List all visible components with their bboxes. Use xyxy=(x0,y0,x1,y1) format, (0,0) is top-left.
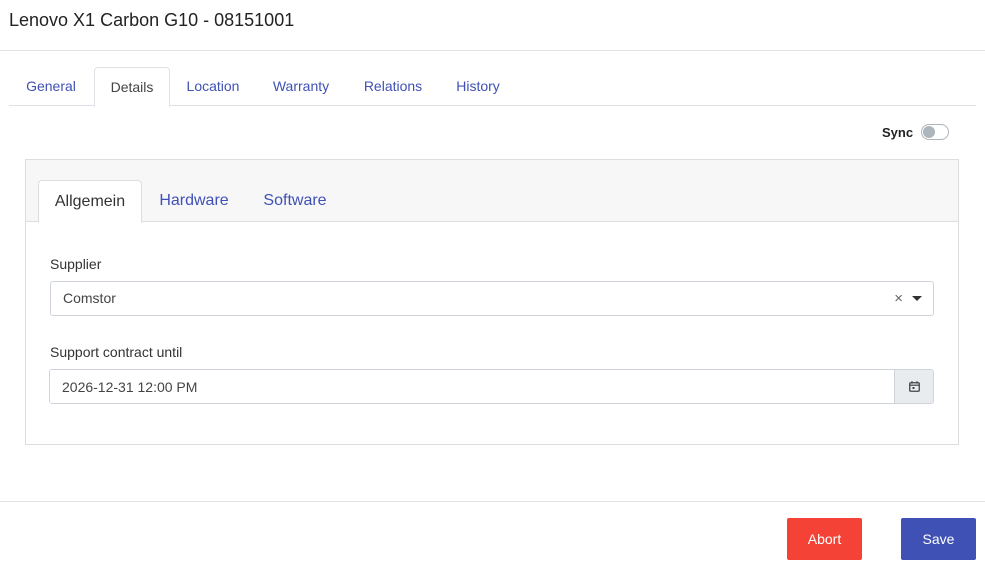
tab-details[interactable]: Details xyxy=(94,67,170,107)
tab-software[interactable]: Software xyxy=(253,180,337,222)
sync-label: Sync xyxy=(882,124,914,140)
supplier-select[interactable]: Comstor × xyxy=(50,281,934,316)
tab-hardware[interactable]: Hardware xyxy=(150,180,238,222)
calendar-button[interactable] xyxy=(894,370,933,403)
support-contract-field xyxy=(49,369,934,404)
tab-relations[interactable]: Relations xyxy=(352,67,434,106)
page-header: Lenovo X1 Carbon G10 - 08151001 xyxy=(0,0,985,51)
sync-toggle[interactable] xyxy=(921,124,950,140)
support-contract-input[interactable] xyxy=(50,370,895,403)
outer-tab-bar: General Details Location Warranty Relati… xyxy=(9,67,976,107)
tab-warranty[interactable]: Warranty xyxy=(261,67,341,106)
asset-detail-page: Lenovo X1 Carbon G10 - 08151001 General … xyxy=(0,0,985,570)
supplier-label: Supplier xyxy=(50,256,102,272)
inner-tab-bar: Allgemein Hardware Software xyxy=(26,160,958,223)
toggle-knob xyxy=(923,126,936,138)
save-button[interactable]: Save xyxy=(901,518,976,560)
sync-control: Sync xyxy=(882,123,950,141)
support-contract-label: Support contract until xyxy=(50,344,183,360)
details-card: Allgemein Hardware Software Supplier Com… xyxy=(25,159,959,445)
footer-divider xyxy=(0,501,985,502)
tab-allgemein[interactable]: Allgemein xyxy=(38,180,142,223)
tab-general[interactable]: General xyxy=(15,67,87,106)
calendar-icon xyxy=(909,381,920,392)
tab-location[interactable]: Location xyxy=(177,67,249,106)
caret-down-icon[interactable] xyxy=(912,296,922,301)
clear-icon[interactable]: × xyxy=(894,282,903,315)
supplier-value: Comstor xyxy=(63,290,116,306)
tab-history[interactable]: History xyxy=(446,67,510,106)
abort-button[interactable]: Abort xyxy=(787,518,862,560)
page-title: Lenovo X1 Carbon G10 - 08151001 xyxy=(9,10,295,30)
